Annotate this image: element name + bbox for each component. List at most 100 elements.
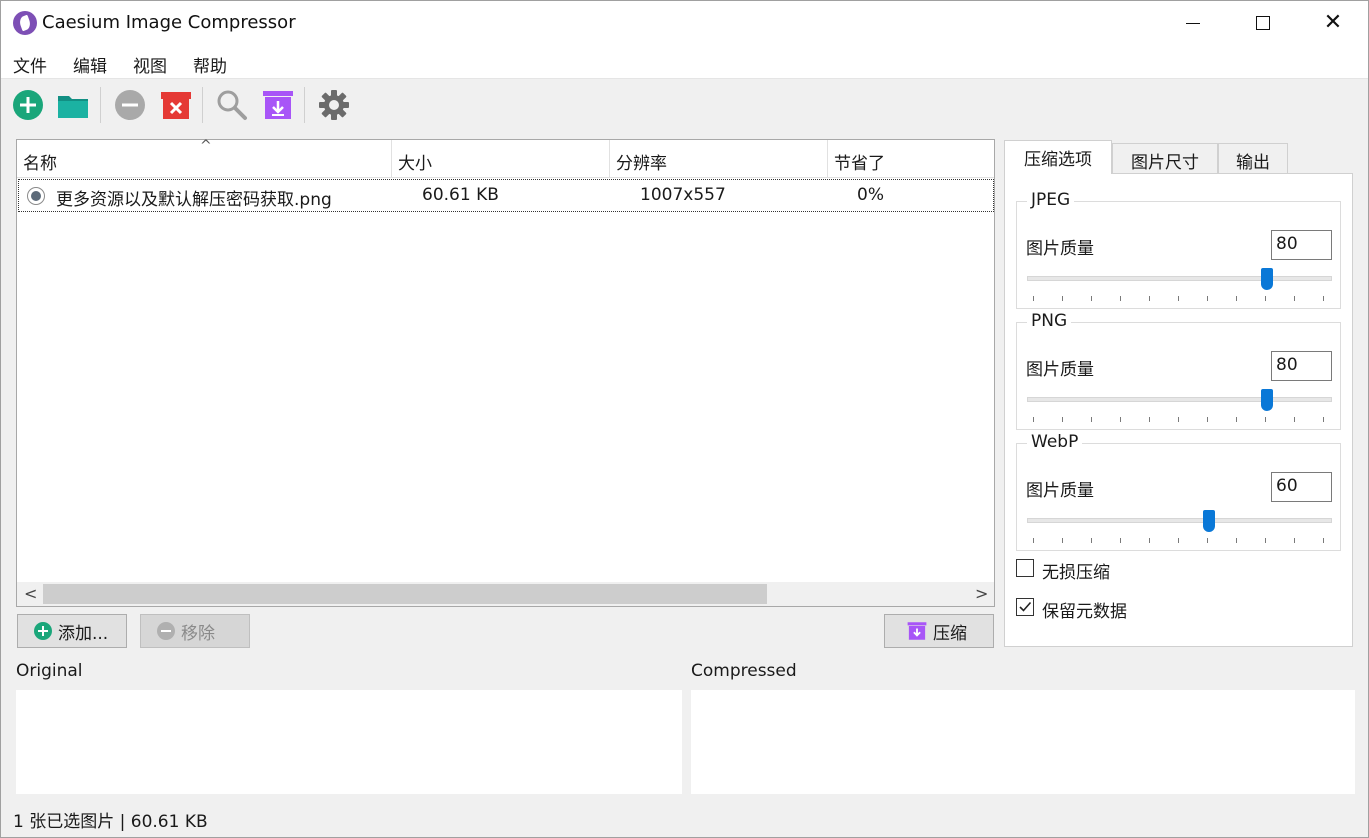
search-icon[interactable] [216, 89, 248, 121]
lossless-label: 无损压缩 [1042, 563, 1110, 583]
jpeg-quality-slider[interactable] [1027, 276, 1332, 281]
jpeg-quality-value: 80 [1276, 234, 1298, 254]
menu-file[interactable]: 文件 [13, 52, 47, 77]
slider-tick [1294, 296, 1295, 301]
slider-tick [1236, 417, 1237, 422]
column-size[interactable]: 大小 [392, 140, 610, 178]
settings-icon[interactable] [318, 89, 350, 121]
compress-icon [907, 622, 927, 640]
png-quality-label: 图片质量 [1026, 360, 1094, 380]
toolbar-separator [304, 87, 305, 123]
slider-tick [1033, 417, 1034, 422]
jpeg-slider-ticks [1033, 296, 1327, 302]
slider-tick [1120, 538, 1121, 543]
webp-quality-slider-handle[interactable] [1202, 510, 1215, 532]
png-quality-value: 80 [1276, 355, 1298, 375]
add-icon[interactable] [12, 89, 44, 121]
slider-tick [1033, 296, 1034, 301]
slider-tick [1062, 538, 1063, 543]
compression-options-panel: JPEG 图片质量 80 PNG 图片质量 80 WebP 图片质量 60 无损… [1004, 173, 1353, 647]
close-icon: ✕ [1323, 10, 1343, 35]
jpeg-group-title: JPEG [1027, 190, 1075, 210]
app-logo-icon [13, 11, 37, 35]
horizontal-scrollbar[interactable]: < > [17, 582, 994, 606]
slider-tick [1149, 417, 1150, 422]
compressed-label: Compressed [691, 661, 797, 681]
webp-quality-slider[interactable] [1027, 518, 1332, 523]
checkmark-icon [1019, 601, 1032, 612]
scrollbar-thumb[interactable] [43, 584, 767, 604]
keep-metadata-checkbox[interactable] [1016, 598, 1034, 616]
row-saved: 0% [857, 185, 884, 205]
webp-quality-value: 60 [1276, 476, 1298, 496]
column-saved[interactable]: 节省了 [828, 140, 994, 178]
close-button[interactable]: ✕ [1298, 1, 1368, 45]
compress-button-label: 压缩 [933, 623, 967, 644]
webp-quality-spinbox[interactable]: 60 [1271, 472, 1332, 502]
slider-tick [1149, 296, 1150, 301]
scroll-left-icon[interactable]: < [24, 584, 37, 603]
row-resolution: 1007x557 [640, 185, 726, 205]
compress-button[interactable]: 压缩 [884, 614, 994, 648]
slider-tick [1323, 417, 1324, 422]
jpeg-group: JPEG 图片质量 80 [1016, 190, 1341, 309]
tab-output[interactable]: 输出 [1218, 143, 1288, 173]
jpeg-quality-spinbox[interactable]: 80 [1271, 230, 1332, 260]
table-row[interactable]: 更多资源以及默认解压密码获取.png 60.61 KB 1007x557 0% [18, 179, 994, 212]
slider-tick [1323, 538, 1324, 543]
png-quality-slider[interactable] [1027, 397, 1332, 402]
row-filename: 更多资源以及默认解压密码获取.png [56, 190, 332, 210]
slider-tick [1062, 296, 1063, 301]
tab-resize[interactable]: 图片尺寸 [1112, 143, 1218, 173]
slider-tick [1178, 296, 1179, 301]
slider-tick [1294, 417, 1295, 422]
slider-tick [1120, 417, 1121, 422]
png-group: PNG 图片质量 80 [1016, 311, 1341, 430]
list-header: 名称 ^ 大小 分辨率 节省了 [17, 138, 994, 178]
tab-output-label: 输出 [1236, 153, 1270, 173]
jpeg-quality-slider-handle[interactable] [1261, 268, 1274, 290]
scroll-right-icon[interactable]: > [975, 584, 988, 603]
png-quality-spinbox[interactable]: 80 [1271, 351, 1332, 381]
lossless-checkbox[interactable] [1016, 559, 1034, 577]
tab-compression[interactable]: 压缩选项 [1004, 140, 1112, 174]
slider-tick [1033, 538, 1034, 543]
status-icon [27, 187, 45, 205]
menu-help[interactable]: 帮助 [193, 52, 227, 77]
maximize-button[interactable] [1228, 1, 1298, 45]
remove-button[interactable]: 移除 [140, 614, 250, 648]
slider-tick [1091, 538, 1092, 543]
row-size: 60.61 KB [422, 185, 499, 205]
column-resolution-label: 分辨率 [616, 154, 667, 174]
original-preview [16, 690, 682, 794]
toolbar-separator [202, 87, 203, 123]
status-bar: 1 张已选图片 | 60.61 KB [13, 812, 208, 832]
column-resolution[interactable]: 分辨率 [610, 140, 828, 178]
slider-tick [1207, 538, 1208, 543]
add-button[interactable]: 添加... [17, 614, 127, 648]
menu-edit[interactable]: 编辑 [73, 52, 107, 77]
slider-tick [1236, 296, 1237, 301]
column-saved-label: 节省了 [834, 154, 885, 174]
compress-icon[interactable] [262, 89, 294, 121]
slider-tick [1207, 417, 1208, 422]
toolbar-separator [100, 87, 101, 123]
column-name-label: 名称 [23, 154, 57, 174]
png-quality-slider-handle[interactable] [1261, 389, 1274, 411]
slider-tick [1265, 538, 1266, 543]
menu-view[interactable]: 视图 [133, 52, 167, 77]
folder-icon[interactable] [57, 89, 89, 121]
webp-quality-label: 图片质量 [1026, 481, 1094, 501]
slider-tick [1149, 538, 1150, 543]
slider-tick [1178, 417, 1179, 422]
remove-icon[interactable] [114, 89, 146, 121]
maximize-icon [1256, 16, 1270, 30]
image-list[interactable]: 名称 ^ 大小 分辨率 节省了 更多资源以及默认解压密码获取.png 60.61… [16, 138, 995, 607]
slider-tick [1091, 296, 1092, 301]
minimize-button[interactable] [1158, 1, 1228, 45]
app-window: Caesium Image Compressor ✕ 文件 编辑 视图 帮助 名… [0, 0, 1369, 838]
slider-tick [1323, 296, 1324, 301]
menu-bar: 文件 编辑 视图 帮助 [1, 45, 1368, 79]
original-label: Original [16, 661, 83, 681]
clear-icon[interactable] [160, 89, 192, 121]
